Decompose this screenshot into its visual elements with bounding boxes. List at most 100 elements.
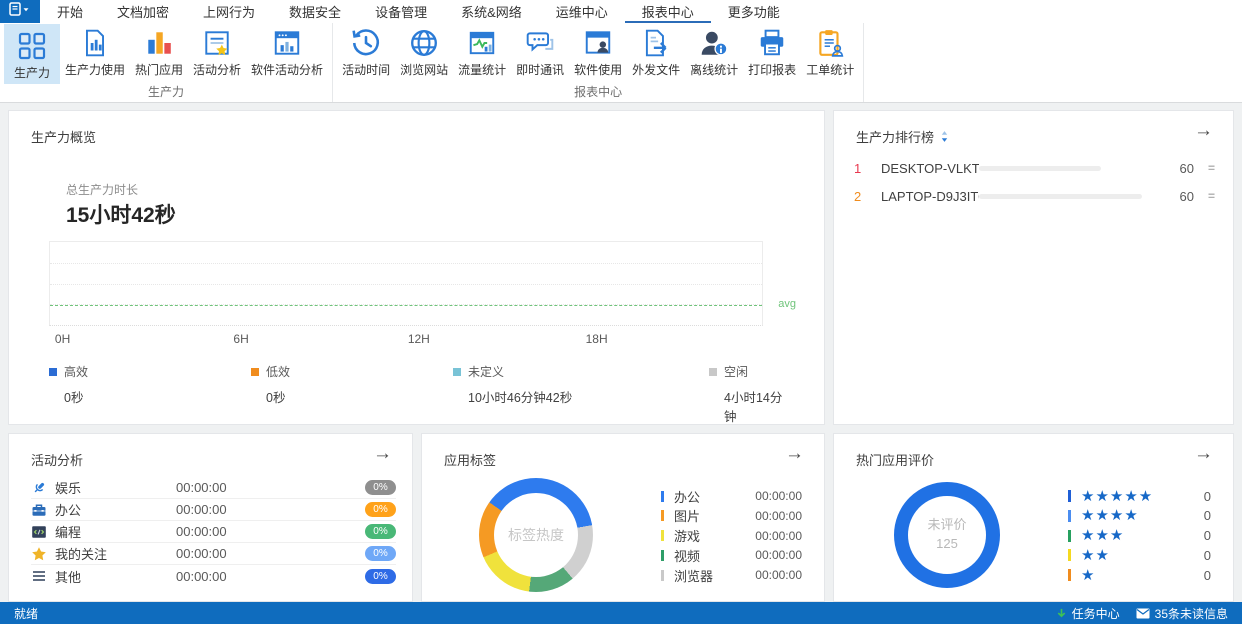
score-bar-track: [979, 165, 1102, 171]
tag-color-tick: [661, 510, 664, 522]
activity-label: 编程: [55, 525, 82, 540]
status-ready-text: 就绪: [14, 606, 39, 621]
tag-label: 办公: [674, 489, 701, 505]
sort-icon[interactable]: [940, 130, 949, 143]
menu-tab-8[interactable]: 更多功能: [711, 0, 797, 23]
star-icon: [31, 546, 47, 562]
unread-messages-button[interactable]: 35条未读信息: [1136, 605, 1228, 622]
unrated-count: 125: [936, 536, 958, 551]
tag-color-tick: [661, 569, 664, 581]
ribbon-button-0-2[interactable]: 热门应用: [130, 24, 188, 84]
tag-legend-row-2[interactable]: 游戏 00:00:00: [661, 527, 802, 545]
traffic-chart-icon: [467, 28, 497, 58]
open-ranking-arrow[interactable]: →: [1194, 121, 1213, 140]
ribbon-button-1-2[interactable]: 流量统计: [453, 24, 511, 84]
rating-count: 0: [1203, 488, 1211, 504]
x-tick-0H: 0H: [54, 332, 71, 346]
app-window: 开始 文档加密 上网行为 数据安全 设备管理 系统&网络 运维中心 报表中心 更多功能 生产力生…: [0, 0, 1242, 624]
x-tick-6H: 6H: [233, 332, 249, 346]
menu-tabs: 开始 文档加密 上网行为 数据安全 设备管理 系统&网络 运维中心 报表中心 更多功能: [40, 0, 797, 23]
rating-color-tick: [1068, 569, 1071, 582]
tag-legend-row-1[interactable]: 图片 00:00:00: [661, 507, 802, 525]
activity-row-1[interactable]: 办公 00:00:00 0%: [31, 499, 396, 521]
printer-icon: [757, 28, 787, 58]
tag-legend-row-4[interactable]: 浏览器 00:00:00: [661, 566, 802, 584]
menu-tab-5[interactable]: 系统&网络: [444, 0, 539, 23]
activity-row-4[interactable]: 其他 00:00:00 0%: [31, 565, 396, 587]
activity-row-2[interactable]: 编程 00:00:00 0%: [31, 521, 396, 543]
score-bar: [979, 193, 1142, 199]
ribbon-button-1-6[interactable]: 离线统计: [685, 24, 743, 84]
tag-color-tick: [661, 549, 664, 561]
legend-value: 4小时14分钟: [724, 391, 783, 424]
open-activity-arrow[interactable]: →: [373, 444, 392, 463]
ribbon-button-0-4[interactable]: 软件活动分析: [246, 24, 328, 84]
open-app-tags-arrow[interactable]: →: [785, 444, 804, 463]
activity-row-3[interactable]: 我的关注 00:00:00 0%: [31, 543, 396, 565]
tag-legend-row-0[interactable]: 办公 00:00:00: [661, 487, 802, 505]
overview-legend-item-2: 未定义 10小时46分钟42秒: [453, 363, 572, 406]
rating-count: 0: [1203, 528, 1211, 544]
ribbon-button-0-1[interactable]: 生产力使用: [60, 24, 130, 84]
activity-row-0[interactable]: 娱乐 00:00:00 0%: [31, 477, 396, 499]
ribbon-button-1-0[interactable]: 活动时间: [337, 24, 395, 84]
card-productivity-overview: 生产力概览 总生产力时长 15小时42秒 avg 0H 6H 12H 18H 高效 0秒…: [8, 110, 825, 425]
score-bar: [979, 165, 1142, 171]
menu-tab-1[interactable]: 文档加密: [100, 0, 186, 23]
ribbon-button-1-8[interactable]: 工单统计: [801, 24, 859, 84]
legend-color-swatch: [49, 367, 57, 376]
rating-color-tick: [1068, 549, 1071, 562]
rating-row-1star[interactable]: ★ 0: [1068, 566, 1211, 584]
ribbon-button-label: 打印报表: [748, 63, 797, 77]
legend-color-swatch: [709, 367, 717, 376]
open-rating-arrow[interactable]: →: [1194, 444, 1213, 463]
rating-color-tick: [1068, 529, 1071, 542]
grid-icon: [17, 31, 47, 61]
tag-legend-row-3[interactable]: 视频 00:00:00: [661, 546, 802, 564]
ribbon-button-1-5[interactable]: 外发文件: [627, 24, 685, 84]
menu-tab-6[interactable]: 运维中心: [539, 0, 625, 23]
tag-label: 视频: [674, 548, 701, 564]
doc-star-icon: [202, 28, 232, 58]
menu-tab-3[interactable]: 数据安全: [272, 0, 358, 23]
ribbon-button-1-4[interactable]: 软件使用: [569, 24, 627, 84]
ribbon-button-0-0[interactable]: 生产力: [4, 24, 60, 84]
ribbon-button-0-3[interactable]: 活动分析: [188, 24, 246, 84]
activity-time: 00:00:00: [176, 524, 227, 539]
ranking-row-1[interactable]: 1 DESKTOP-VLKTL... 60 =: [854, 158, 1217, 178]
menu-tab-7[interactable]: 报表中心: [625, 0, 711, 23]
menu-icon: [31, 568, 47, 584]
microphone-icon: [31, 480, 47, 496]
rating-row-3star[interactable]: ★★★ 0: [1068, 527, 1211, 545]
rating-row-5star[interactable]: ★★★★★ 0: [1068, 487, 1211, 505]
tag-label: 图片: [674, 509, 701, 525]
ribbon-button-label: 流量统计: [458, 63, 507, 77]
menu-tab-4[interactable]: 设备管理: [358, 0, 444, 23]
menu-tab-0[interactable]: 开始: [40, 0, 100, 23]
menu-tab-2[interactable]: 上网行为: [186, 0, 272, 23]
ribbon-button-1-1[interactable]: 浏览网站: [395, 24, 453, 84]
doc-export-icon: [641, 28, 671, 58]
star-rating-3: ★★★: [1081, 527, 1125, 545]
task-center-button[interactable]: 任务中心: [1056, 605, 1120, 622]
app-menu-button[interactable]: [0, 0, 40, 23]
card-app-rating: 热门应用评价 → 未评价 125 ★★★★★ 0 ★★★★ 0 ★★★ 0 ★★ 0 ★ 0: [833, 433, 1234, 602]
activity-percent-badge: 0%: [365, 502, 396, 517]
overview-legend-item-0: 高效 0秒: [49, 363, 88, 406]
ribbon-group-buttons-0: 生产力 生产力使用 热门应用 活动分析 软件活动分析: [4, 24, 328, 84]
ribbon-button-label: 活动分析: [193, 63, 242, 77]
ranking-row-2[interactable]: 2 LAPTOP-D9J3IT0R 60 =: [854, 186, 1217, 206]
computer-name: DESKTOP-VLKTL...: [881, 160, 979, 176]
star-rating-4: ★★★★: [1081, 507, 1139, 525]
ribbon-button-label: 热门应用: [135, 63, 184, 77]
card-productivity-ranking: 生产力排行榜 → 1 DESKTOP-VLKTL... 60 = 2 LAPTOP-D9J…: [833, 110, 1234, 425]
ribbon-button-1-3[interactable]: 即时通讯: [511, 24, 569, 84]
window-chart-icon: [272, 28, 302, 58]
rating-title: 热门应用评价: [856, 453, 935, 468]
rating-row-4star[interactable]: ★★★★ 0: [1068, 507, 1211, 525]
overview-legend-item-1: 低效 0秒: [251, 363, 290, 406]
activity-time: 00:00:00: [176, 546, 227, 561]
legend-label: 空闲: [724, 365, 749, 379]
rating-row-2star[interactable]: ★★ 0: [1068, 546, 1211, 564]
ribbon-button-1-7[interactable]: 打印报表: [743, 24, 801, 84]
